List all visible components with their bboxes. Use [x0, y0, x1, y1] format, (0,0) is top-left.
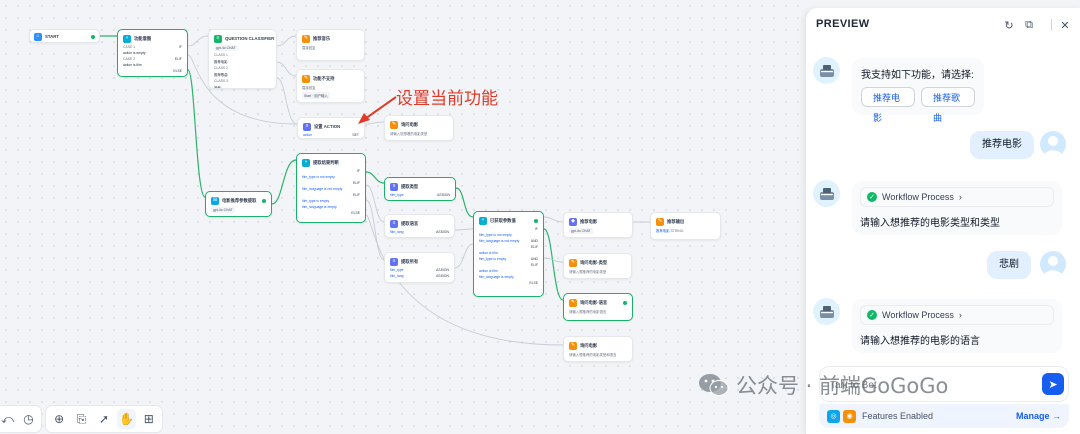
variable-icon: x [390, 257, 398, 266]
chevron-right-icon: › [958, 310, 962, 320]
features-bar: ◎ ◉ Features Enabled Manage → [819, 404, 1069, 428]
status-dot [534, 218, 538, 223]
speech-icon: ◎ [827, 409, 840, 423]
variable-icon: x [303, 122, 311, 131]
watermark-text: 公众号 · 前端GoGoGo [736, 374, 949, 398]
home-icon: ⌂ [34, 32, 42, 41]
undo-icon[interactable]: ⤺ [0, 409, 16, 429]
edge [276, 61, 297, 77]
branch-icon: ⑂ [479, 216, 487, 225]
header-divider [1051, 19, 1052, 31]
bot-message: 我支持如下功能，请选择: 推荐电影 推荐歌曲 [852, 58, 984, 123]
answer-node-ask-type[interactable]: ✎ 询问电影-类型 请输入想推荐的电影类型 [563, 253, 632, 279]
bot-avatar [813, 180, 840, 207]
features-label: Features Enabled [862, 411, 934, 421]
intent-ifelse-node[interactable]: ⑂ 功能意图 CASE 1 IF action is empty CASE 2 ELI… [117, 29, 188, 77]
answer-node-ask-language[interactable]: ✎ 询问电影-语言 请输入想推荐的电影语言 [563, 293, 633, 321]
annotation-arrow-icon [358, 96, 397, 124]
edge [276, 35, 297, 47]
user-message: 推荐电影 [970, 131, 1034, 159]
assign-action-node[interactable]: x 设置 ACTION action SET [297, 117, 365, 139]
edge [454, 228, 474, 231]
manage-button[interactable]: Manage → [1016, 411, 1061, 421]
llm-icon: ◆ [569, 217, 577, 226]
check-icon: ✓ [867, 192, 877, 202]
history-toolbar: ⤺ ◷ [0, 405, 42, 433]
workflow-process-toggle[interactable]: ✓ Workflow Process › [860, 305, 1054, 325]
variables-icon[interactable]: ⧉ [1021, 17, 1037, 33]
note-icon[interactable]: ⎘ [72, 409, 90, 429]
edge [543, 216, 564, 223]
variable-icon: x [390, 182, 398, 191]
answer-icon: ✎ [656, 217, 664, 226]
preview-title: PREVIEW [816, 18, 870, 30]
edge [187, 35, 209, 47]
params-ready-ifelse-node[interactable]: ⑂ 已获取参数值 IF film_type is not empty film_l… [473, 211, 544, 297]
classifier-icon: ≡ [214, 34, 222, 43]
branch-icon: ⑂ [302, 158, 310, 167]
suggestion-icon: ◉ [843, 409, 856, 423]
bot-message: ✓ Workflow Process › 请输入想推荐的电影的语言 [852, 299, 1062, 353]
canvas-toolbar: ⊕ ⎘ ➚ ✋ ⊞ [45, 405, 163, 433]
answer-icon: ✎ [569, 341, 577, 350]
answer-icon: ✎ [569, 298, 577, 307]
chevron-right-icon: › [958, 192, 962, 202]
answer-icon: ✎ [302, 34, 310, 43]
extract-result-ifelse-node[interactable]: ⑂ 提取结果判断 IF film_type is not empty ELIF f… [296, 153, 366, 223]
answer-node-unsupported[interactable]: ✎ 功能不支持 直接回复 Start · 用户输入 [296, 69, 365, 103]
edge [187, 69, 206, 198]
edge [365, 171, 385, 184]
edge [365, 199, 385, 261]
user-avatar [1040, 251, 1066, 277]
edge [455, 187, 474, 218]
edge [365, 184, 385, 223]
bot-avatar [813, 298, 840, 325]
user-avatar [1040, 131, 1066, 157]
annotation-label: 设置当前功能 [396, 89, 498, 109]
pointer-icon[interactable]: ➚ [95, 409, 113, 429]
status-dot [91, 34, 95, 39]
branch-icon: ⑂ [123, 34, 131, 43]
check-icon: ✓ [867, 310, 877, 320]
close-icon[interactable]: ✕ [1057, 17, 1073, 33]
edge [276, 77, 298, 125]
status-dot [623, 300, 627, 305]
question-classifier-node[interactable]: ≡ QUESTION CLASSIFIER gpt-4o CHAT CLASS 1… [208, 29, 277, 89]
variable-icon: x [390, 219, 398, 228]
layout-icon[interactable]: ⊞ [140, 409, 158, 429]
answer-node-music[interactable]: ✎ 推荐音乐 直接回复 [296, 29, 365, 61]
wechat-icon [699, 374, 729, 396]
edge [454, 243, 474, 269]
edge [543, 228, 564, 301]
suggestion-recommend-song[interactable]: 推荐歌曲 [921, 87, 975, 123]
add-node-icon[interactable]: ⊕ [50, 409, 68, 429]
extractor-icon: ⊞ [211, 196, 219, 205]
send-button[interactable]: ➤ [1042, 373, 1064, 395]
answer-icon: ✎ [302, 74, 310, 83]
extract-type-node[interactable]: x 提取类型 film_type ASSIGN [384, 177, 456, 201]
extract-all-node[interactable]: x 提取所有 film_type ASSIGN film_lang ASSIGN [384, 252, 455, 283]
bot-message: ✓ Workflow Process › 请输入想推荐的电影类型和类型 [852, 181, 1062, 235]
answer-icon: ✎ [569, 258, 577, 267]
recommend-film-llm-node[interactable]: ◆ 推荐电影 gpt-4o CHAT [563, 212, 633, 238]
workflow-canvas[interactable]: ⌂ START ⑂ 功能意图 CASE 1 IF action is empty CA… [0, 0, 805, 434]
answer-node-ask-both[interactable]: ✎ 询问电影 请输入想推荐的电影类型和语言 [563, 336, 633, 362]
hand-icon[interactable]: ✋ [117, 409, 136, 429]
send-icon: ➤ [1048, 378, 1058, 391]
start-node[interactable]: ⌂ START [29, 29, 100, 43]
history-icon[interactable]: ◷ [20, 409, 37, 429]
suggestion-recommend-film[interactable]: 推荐电影 [861, 87, 915, 123]
extract-language-node[interactable]: x 提取语言 film_lang ASSIGN [384, 214, 455, 238]
recommend-output-node[interactable]: ✎ 推荐输出 推荐电影 STRING [650, 212, 721, 240]
workflow-process-toggle[interactable]: ✓ Workflow Process › [860, 187, 1054, 207]
film-parameter-extractor-node[interactable]: ⊞ 电影推荐参数提取 gpt-4o CHAT [205, 191, 272, 217]
edge [271, 159, 297, 205]
user-message: 悲剧 [987, 251, 1031, 279]
watermark: 公众号 · 前端GoGoGo [698, 370, 948, 400]
refresh-icon[interactable]: ↻ [1001, 17, 1017, 33]
status-dot [262, 198, 266, 203]
edge [543, 257, 564, 263]
bot-avatar [813, 57, 840, 84]
